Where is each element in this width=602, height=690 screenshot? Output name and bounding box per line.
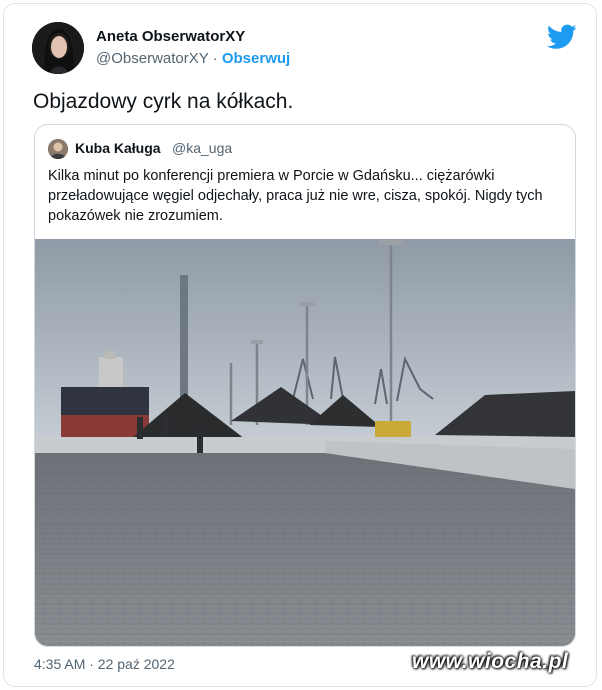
quoted-author-avatar[interactable] [48, 139, 68, 159]
quoted-tweet-text: Kilka minut po konferencji premiera w Po… [48, 168, 543, 224]
tweet-text: Objazdowy cyrk na kółkach. [33, 90, 294, 113]
twitter-bird-icon[interactable] [546, 24, 577, 50]
meta-separator: · [212, 50, 218, 67]
quoted-tweet[interactable]: Kuba Kaługa @ka_uga Kilka minut po konfe… [34, 124, 576, 647]
author-handle[interactable]: @ObserwatorXY [96, 50, 209, 67]
tweet-timestamp[interactable]: 4:35 AM · 22 paź 2022 [34, 656, 175, 672]
author-meta: @ObserwatorXY · Obserwuj [96, 50, 290, 67]
tweet-card: Aneta ObserwatorXY @ObserwatorXY · Obser… [3, 3, 597, 687]
quoted-author-handle[interactable]: @ka_uga [172, 140, 232, 156]
author-avatar[interactable] [32, 22, 84, 74]
quoted-author-name[interactable]: Kuba Kaługa [75, 140, 161, 156]
port-photo[interactable] [35, 239, 575, 646]
author-name[interactable]: Aneta ObserwatorXY [96, 28, 245, 45]
follow-button[interactable]: Obserwuj [222, 50, 290, 67]
watermark: www.wiocha.pl [412, 650, 569, 673]
